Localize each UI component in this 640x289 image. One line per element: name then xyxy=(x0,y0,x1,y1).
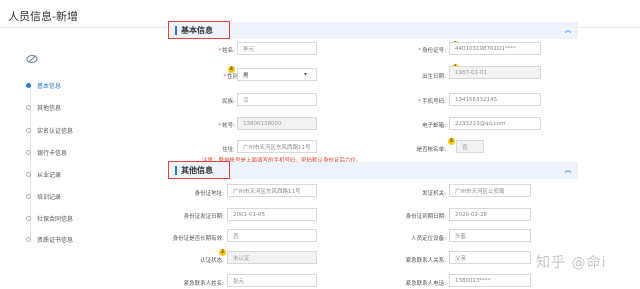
address-label: 住址: xyxy=(222,147,235,153)
other-section-title: 其他信息 xyxy=(168,161,230,179)
issuer-input[interactable]: 广州市天河区公安局 xyxy=(449,184,531,197)
blacklist-label: 是否帐名单: xyxy=(416,147,446,153)
account-label: *帐号: xyxy=(218,123,235,129)
section-accent xyxy=(175,165,177,175)
chevron-up-icon[interactable]: ︽ xyxy=(563,25,573,35)
nav-dot-icon xyxy=(26,171,31,177)
section-accent xyxy=(175,25,177,35)
nav-dot-icon xyxy=(26,127,31,133)
contact-relation-label: 紧急联系人关系: xyxy=(405,258,446,264)
sidebar-item-label: 其他信息 xyxy=(37,104,62,112)
section-title-text: 其他信息 xyxy=(181,165,213,175)
sidebar-item-training[interactable]: 培训记录 xyxy=(26,191,61,201)
gender-select-value: 男 xyxy=(243,72,249,79)
chevron-down-icon: ▾ xyxy=(304,71,308,78)
sidebar-item-label: 从业记录 xyxy=(37,171,62,179)
sidebar-item-label: 基本信息 xyxy=(37,82,62,90)
badge-4: 4 xyxy=(228,66,235,73)
nav-dot-icon xyxy=(26,193,31,199)
basic-section-title: 基本信息 xyxy=(168,21,230,39)
badge-3: 3 xyxy=(219,249,226,256)
longterm-label: 身份证是否长期有效: xyxy=(172,236,224,242)
id-address-input[interactable]: 广州市天河区东风西路11号 xyxy=(227,184,317,197)
section-title-text: 基本信息 xyxy=(181,25,213,35)
nav-dot-icon xyxy=(26,104,31,110)
position-device-label: 人员定位设备: xyxy=(411,236,446,242)
nav-dot-icon xyxy=(26,82,31,88)
expire-date-input[interactable]: 2020-02-28 xyxy=(449,208,531,221)
page-title: 人员信息-新增 xyxy=(8,10,78,23)
sidebar-item-bank-card[interactable]: 银行卡信息 xyxy=(26,147,67,157)
name-label: *姓名: xyxy=(218,48,235,54)
sidebar-item-label: 培训记录 xyxy=(37,193,62,201)
sidebar-item-label: 实名认证信息 xyxy=(37,127,74,135)
sidebar-item-label: 银行卡信息 xyxy=(37,149,68,157)
auth-status-label: 认证状态: xyxy=(200,258,224,264)
position-device-input[interactable]: 头盔 xyxy=(449,229,531,242)
id-number-label: *身份证号: xyxy=(418,48,446,54)
id-number-input[interactable]: 440103198701O1**** xyxy=(449,42,541,55)
blacklist-input: 否 xyxy=(456,140,484,153)
nav-dot-icon xyxy=(26,215,31,221)
contact-name-label: 紧急联系人姓名: xyxy=(183,281,224,287)
name-input[interactable]: 李元 xyxy=(237,42,317,55)
phone-input[interactable]: 13415633214S xyxy=(449,93,541,106)
gender-label: *性别: xyxy=(223,74,240,80)
nav-dot-icon xyxy=(26,149,31,155)
auth-status-input: 未认证 xyxy=(227,251,317,264)
sidebar-item-certificates[interactable]: 资质证书信息 xyxy=(26,234,73,244)
email-label: 电子邮箱: xyxy=(422,123,446,129)
birth-date-label: 出生日期: xyxy=(422,74,446,80)
longterm-input[interactable]: 否 xyxy=(227,229,317,242)
chevron-up-icon[interactable]: ︽ xyxy=(563,165,573,175)
sidebar-item-social-security[interactable]: 社保合同信息 xyxy=(26,213,73,223)
contact-name-input[interactable]: 张元 xyxy=(227,274,317,287)
address-input[interactable]: 广州市天河区东风西路11号 xyxy=(237,140,317,153)
gender-select[interactable]: 男 ▾ xyxy=(237,68,317,81)
nation-label: 民族: xyxy=(222,99,235,105)
issue-date-input[interactable]: 2001-01-05 xyxy=(227,208,317,221)
collapse-icon[interactable] xyxy=(26,54,38,64)
watermark: 知乎 @命i xyxy=(536,255,607,271)
phone-label: *手机号码: xyxy=(418,99,446,105)
issuer-label: 发证机关: xyxy=(422,191,446,197)
contact-phone-label: 紧急联系人电话: xyxy=(405,281,446,287)
email-input[interactable]: 2233223@qq.com xyxy=(449,117,541,130)
nation-input[interactable]: 汉 xyxy=(237,93,317,106)
expire-date-label: 身份证到期日期: xyxy=(405,214,446,220)
contact-phone-input[interactable]: 1380013**** xyxy=(449,274,531,287)
birth-date-input: 1987-01-01 xyxy=(449,66,541,79)
sidebar-item-real-name[interactable]: 实名认证信息 xyxy=(26,125,73,135)
account-input: 13800138000 xyxy=(237,117,317,130)
nav-dot-icon xyxy=(26,236,31,242)
sidebar-item-label: 社保合同信息 xyxy=(37,215,74,223)
sidebar-item-label: 资质证书信息 xyxy=(37,236,74,244)
contact-relation-input[interactable]: 父亲 xyxy=(449,251,531,264)
sidebar-item-basic-info[interactable]: 基本信息 xyxy=(26,80,61,90)
badge-5: 5 xyxy=(448,138,455,145)
sidebar-item-other-info[interactable]: 其他信息 xyxy=(26,102,61,112)
issue-date-label: 身份证发证日期: xyxy=(183,214,224,220)
sidebar-item-work-record[interactable]: 从业记录 xyxy=(26,169,61,179)
id-address-label: 身份证地址: xyxy=(194,191,224,197)
